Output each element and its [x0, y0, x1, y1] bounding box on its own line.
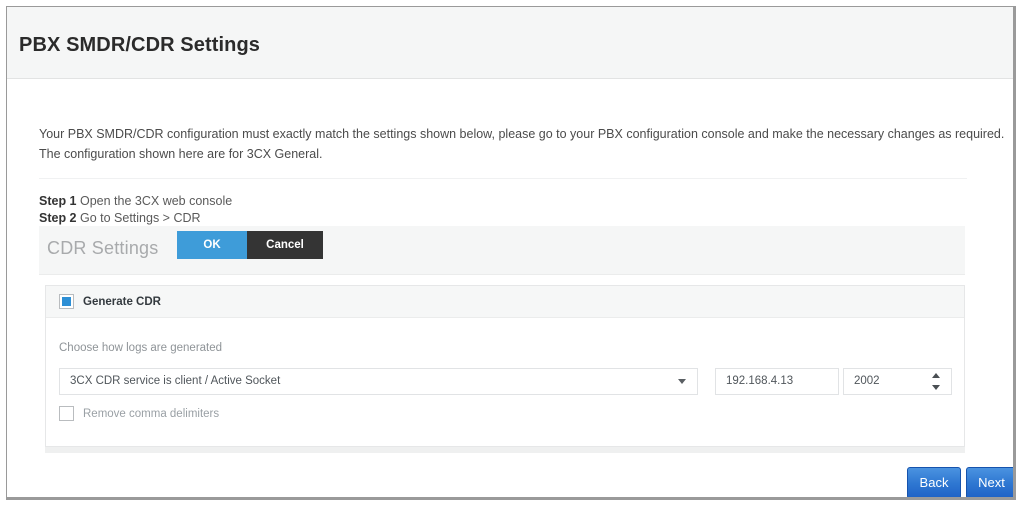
intro-line-1: Your PBX SMDR/CDR configuration must exa… — [39, 127, 1005, 141]
section-divider — [39, 178, 967, 179]
card-header: Generate CDR — [46, 286, 964, 318]
port-stepper-icon[interactable] — [930, 373, 942, 390]
log-mode-select[interactable]: 3CX CDR service is client / Active Socke… — [59, 368, 698, 395]
remove-comma-checkbox-icon[interactable] — [59, 406, 74, 421]
generate-cdr-checkbox-row[interactable]: Generate CDR — [59, 294, 161, 309]
step-2-text: Go to Settings > CDR — [80, 211, 201, 225]
application-window: PBX SMDR/CDR Settings Your PBX SMDR/CDR … — [6, 6, 1016, 500]
stepper-down-icon[interactable] — [932, 385, 940, 390]
step-item: Step 1 Open the 3CX web console — [39, 193, 232, 210]
step-item: Step 2 Go to Settings > CDR — [39, 210, 232, 227]
remove-comma-label: Remove comma delimiters — [83, 407, 220, 420]
host-address-input[interactable]: 192.168.4.13 — [715, 368, 839, 395]
back-button[interactable]: Back — [907, 467, 961, 497]
step-2-key: Step 2 — [39, 211, 77, 225]
intro-paragraph: Your PBX SMDR/CDR configuration must exa… — [39, 124, 1005, 164]
log-mode-field-label: Choose how logs are generated — [59, 342, 223, 354]
next-button[interactable]: Next — [966, 467, 1013, 497]
page-header: PBX SMDR/CDR Settings — [7, 7, 1013, 79]
generate-cdr-label: Generate CDR — [83, 295, 161, 308]
cdr-settings-card: Generate CDR Choose how logs are generat… — [45, 285, 965, 447]
console-toolbar-title: CDR Settings — [47, 238, 159, 258]
card-footer-strip — [45, 447, 965, 453]
generate-cdr-checkbox-icon[interactable] — [59, 294, 74, 309]
remove-comma-checkbox-row[interactable]: Remove comma delimiters — [59, 406, 219, 421]
steps-list: Step 1 Open the 3CX web console Step 2 G… — [39, 193, 232, 227]
stepper-up-icon[interactable] — [932, 373, 940, 378]
console-toolbar: CDR Settings OK Cancel — [39, 226, 965, 275]
ok-button[interactable]: OK — [177, 231, 247, 259]
page-title: PBX SMDR/CDR Settings — [19, 34, 261, 56]
step-1-text: Open the 3CX web console — [80, 194, 233, 208]
step-1-key: Step 1 — [39, 194, 77, 208]
chevron-down-icon[interactable] — [678, 379, 686, 384]
cancel-button[interactable]: Cancel — [247, 231, 323, 259]
intro-line-2: The configuration shown here are for 3CX… — [39, 147, 323, 161]
